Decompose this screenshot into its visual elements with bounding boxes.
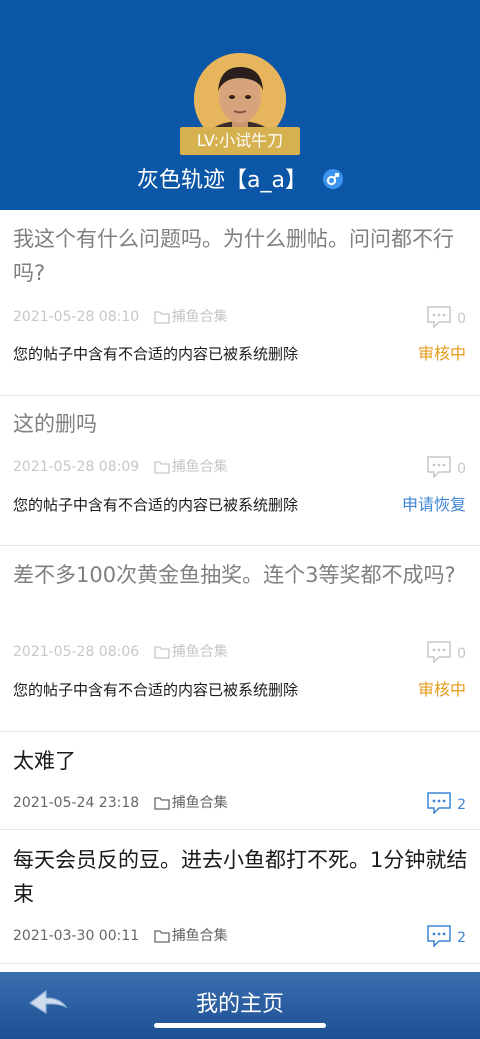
comment-count[interactable]: 0 — [427, 641, 466, 663]
comment-icon — [427, 641, 451, 663]
user-name: 灰色轨迹【a_a】 — [0, 164, 480, 198]
user-name-text: 灰色轨迹【a_a】 — [137, 168, 307, 193]
post-meta: 2021-05-24 23:18 捕鱼合集 — [13, 793, 228, 813]
post-item[interactable]: 这的删吗 2021-05-28 08:09 捕鱼合集 0 您的帖子中含有不合适的… — [0, 396, 480, 546]
restore-request-button[interactable]: 申请恢复 — [402, 494, 466, 516]
comment-count-value: 2 — [457, 930, 466, 946]
folder-icon — [153, 311, 170, 324]
post-item[interactable]: 我这个有什么问题吗。为什么删帖。问问都不行吗? 2021-05-28 08:10… — [0, 210, 480, 396]
comment-count[interactable]: 2 — [427, 792, 466, 814]
post-title[interactable]: 差不多100次黄金鱼抽奖。连个3等奖都不成吗? — [13, 558, 468, 592]
post-title[interactable]: 这的删吗 — [13, 407, 468, 441]
post-board: 捕鱼合集 — [153, 309, 228, 325]
post-date: 2021-05-24 23:18 — [13, 795, 140, 811]
post-date: 2021-03-30 00:11 — [13, 928, 140, 944]
home-indicator[interactable] — [154, 1023, 326, 1028]
post-title[interactable]: 每天会员反的豆。进去小鱼都打不死。1分钟就结束 — [13, 843, 468, 911]
post-board: 捕鱼合集 — [153, 459, 228, 475]
comment-icon — [427, 925, 451, 947]
comment-count-value: 0 — [457, 461, 466, 477]
delete-notice: 您的帖子中含有不合适的内容已被系统删除 — [13, 345, 299, 363]
post-meta: 2021-03-30 00:11 捕鱼合集 — [13, 926, 228, 946]
post-item[interactable]: 差不多100次黄金鱼抽奖。连个3等奖都不成吗? 2021-05-28 08:06… — [0, 546, 480, 732]
post-date: 2021-05-28 08:09 — [13, 459, 140, 475]
comment-count-value: 0 — [457, 311, 466, 327]
post-board: 捕鱼合集 — [153, 644, 228, 660]
folder-icon — [153, 930, 170, 943]
post-item[interactable]: 太难了 2021-05-24 23:18 捕鱼合集 2 — [0, 732, 480, 830]
post-board-name: 捕鱼合集 — [171, 928, 228, 944]
comment-count-value: 0 — [457, 646, 466, 662]
comment-count[interactable]: 2 — [427, 925, 466, 947]
post-item[interactable]: 每天会员反的豆。进去小鱼都打不死。1分钟就结束 2021-03-30 00:11… — [0, 830, 480, 964]
comment-count[interactable]: 0 — [427, 456, 466, 478]
post-board-name: 捕鱼合集 — [171, 644, 228, 660]
folder-icon — [153, 461, 170, 474]
post-meta: 2021-05-28 08:06 捕鱼合集 — [13, 642, 228, 662]
profile-header: LV:小试牛刀 灰色轨迹【a_a】 — [0, 0, 480, 210]
review-status: 审核中 — [417, 344, 466, 363]
post-meta: 2021-05-28 08:10 捕鱼合集 — [13, 307, 228, 327]
page-title: 我的主页 — [195, 992, 284, 1017]
folder-icon — [153, 797, 170, 810]
post-board: 捕鱼合集 — [153, 928, 228, 944]
comment-icon — [427, 456, 451, 478]
post-board-name: 捕鱼合集 — [171, 459, 228, 475]
comment-icon — [427, 306, 451, 328]
delete-notice: 您的帖子中含有不合适的内容已被系统删除 — [13, 681, 299, 699]
post-meta: 2021-05-28 08:09 捕鱼合集 — [13, 457, 228, 477]
bottom-bar: 我的主页 — [0, 972, 480, 1039]
comment-count-value: 2 — [457, 797, 466, 813]
review-status: 审核中 — [417, 680, 466, 699]
post-title[interactable]: 我这个有什么问题吗。为什么删帖。问问都不行吗? — [13, 222, 468, 290]
post-title[interactable]: 太难了 — [13, 744, 468, 778]
level-badge: LV:小试牛刀 — [180, 127, 300, 155]
comment-count[interactable]: 0 — [427, 306, 466, 328]
folder-icon — [153, 646, 170, 659]
post-board-name: 捕鱼合集 — [171, 309, 228, 325]
comment-icon — [427, 792, 451, 814]
post-date: 2021-05-28 08:06 — [13, 644, 140, 660]
post-date: 2021-05-28 08:10 — [13, 309, 140, 325]
delete-notice: 您的帖子中含有不合适的内容已被系统删除 — [13, 496, 299, 514]
male-icon — [322, 169, 343, 189]
post-board-name: 捕鱼合集 — [171, 795, 228, 811]
post-board: 捕鱼合集 — [153, 795, 228, 811]
